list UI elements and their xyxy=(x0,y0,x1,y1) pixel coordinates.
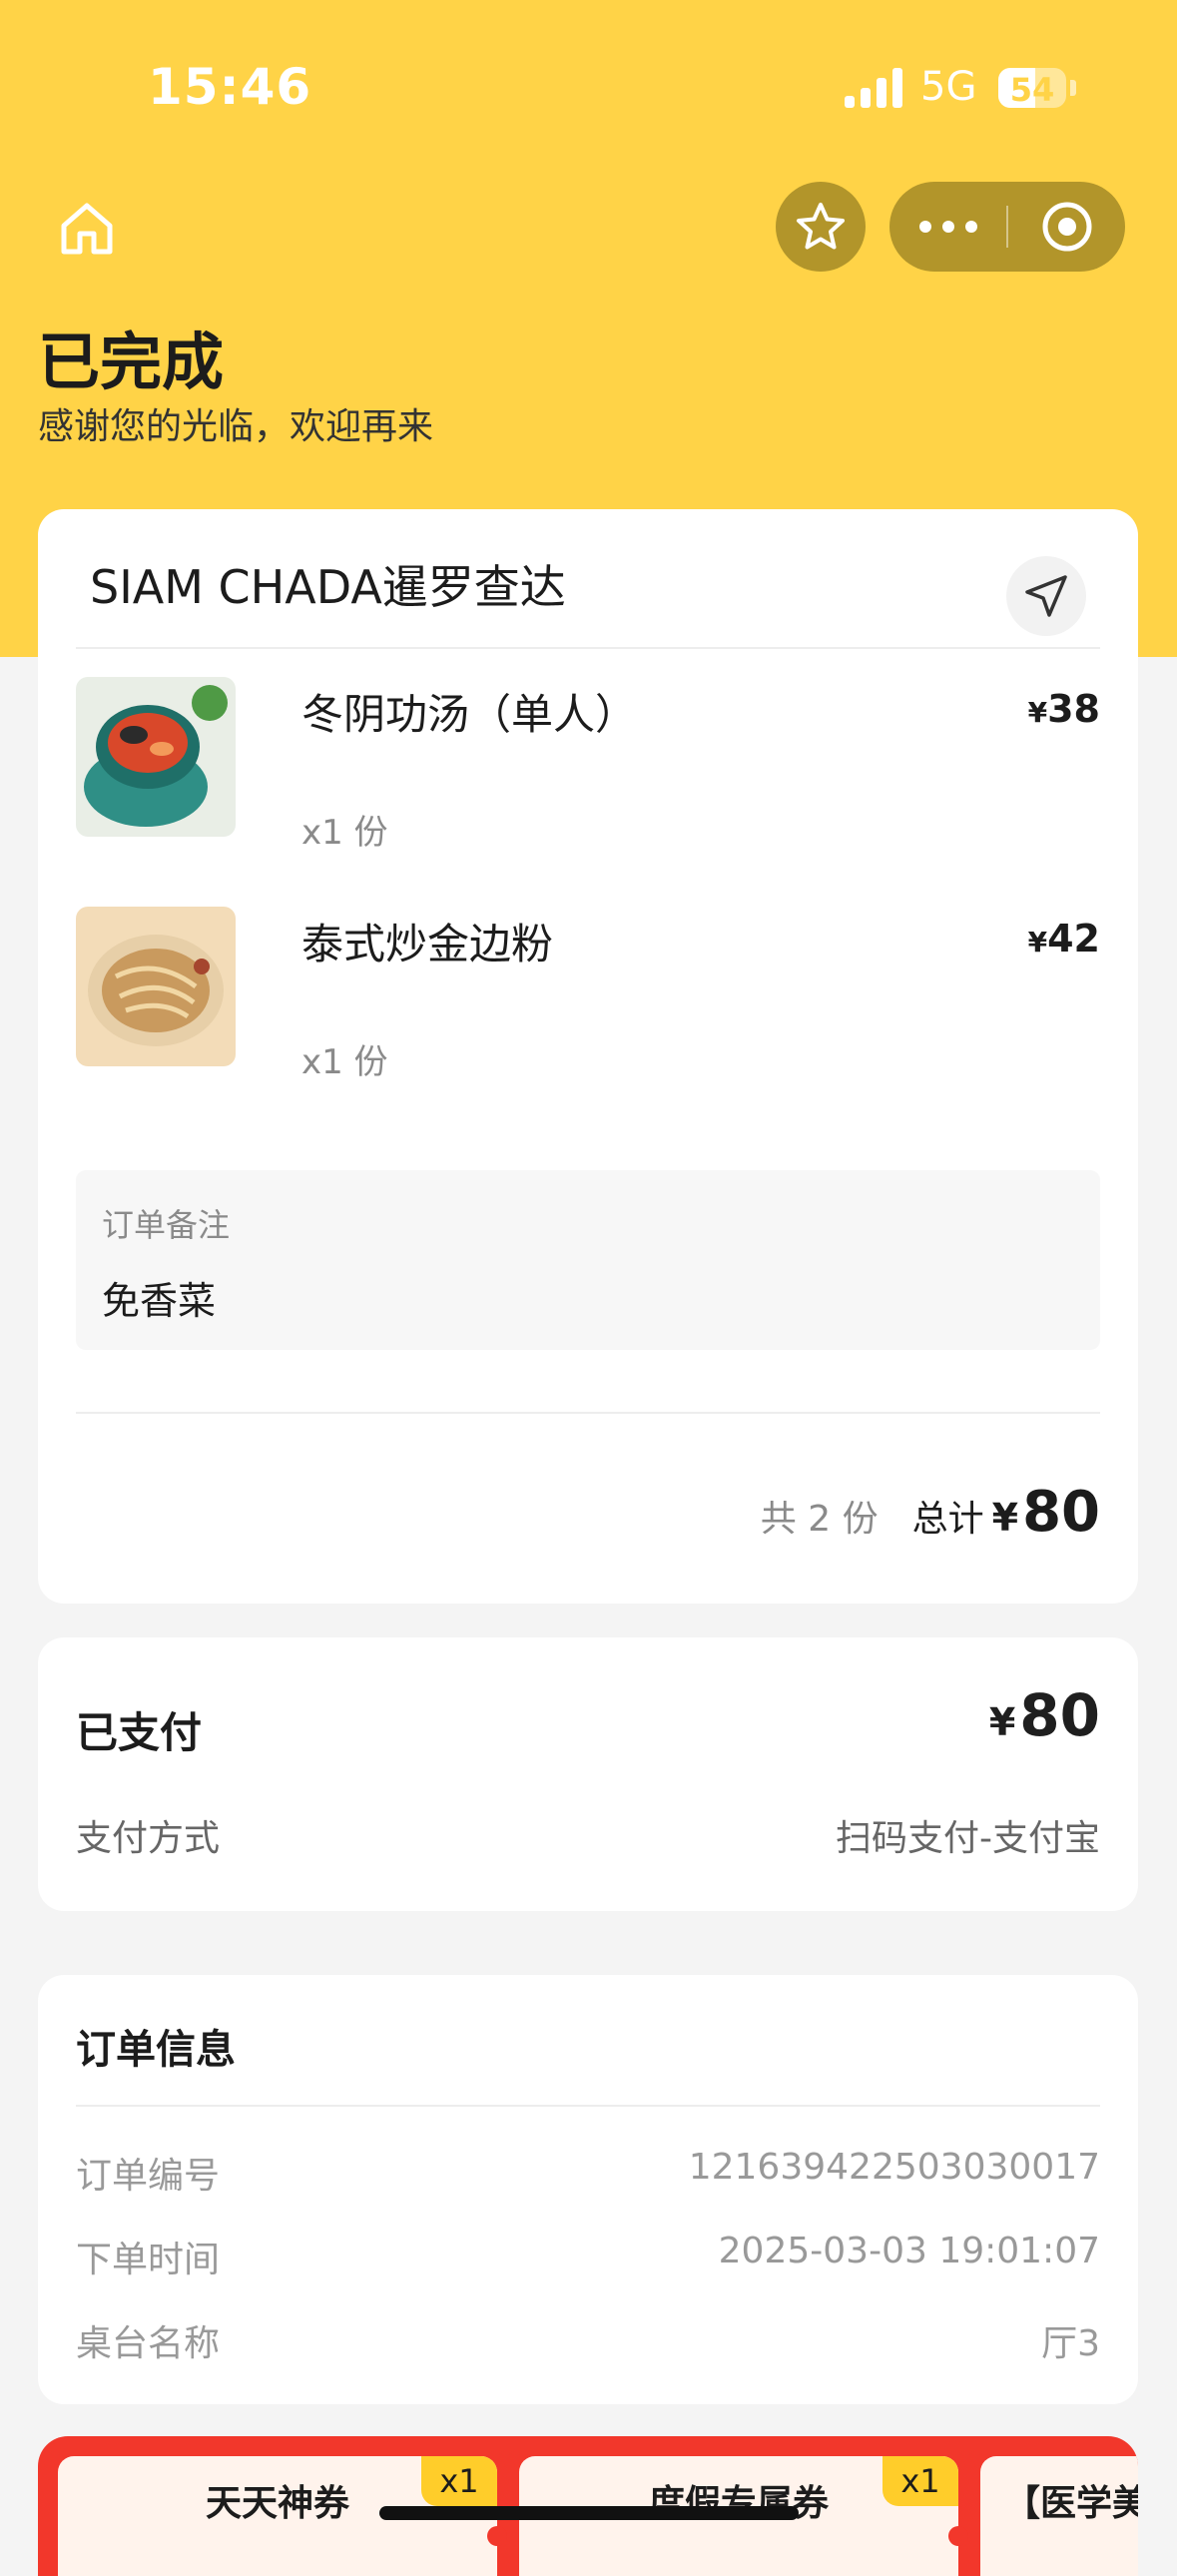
order-status-title: 已完成 xyxy=(38,325,225,398)
mini-program-capsule xyxy=(889,182,1125,272)
star-icon xyxy=(797,203,845,250)
paid-amount: ¥80 xyxy=(988,1681,1100,1749)
divider xyxy=(76,1412,1100,1414)
battery-icon: 54 xyxy=(998,68,1066,108)
table-name: 厅3 xyxy=(1041,2323,1100,2364)
payment-status: 已支付 xyxy=(76,1708,203,1757)
order-item[interactable]: 冬阴功汤（单人） x1 份 ¥38 xyxy=(76,677,1100,853)
payment-method-label: 支付方式 xyxy=(76,1818,221,1859)
coupon-title: 【医学美 xyxy=(1004,2483,1138,2524)
order-time: 2025-03-03 19:01:07 xyxy=(718,2231,1100,2271)
order-item[interactable]: 泰式炒金边粉 x1 份 ¥42 xyxy=(76,907,1100,1082)
item-quantity: x1 份 xyxy=(301,1042,388,1082)
favorite-button[interactable] xyxy=(776,182,866,272)
item-quantity: x1 份 xyxy=(301,813,388,853)
coupon-card[interactable]: 【医学美 xyxy=(980,2456,1138,2576)
battery-level: 54 xyxy=(1009,71,1055,108)
order-status-subtitle: 感谢您的光临，欢迎再来 xyxy=(38,406,434,447)
order-items-card: SIAM CHADA暹罗查达 冬阴功汤（单人） x1 份 ¥38 泰式炒金边粉 … xyxy=(38,509,1138,1604)
divider xyxy=(76,2105,1100,2107)
order-totals: 共 2 份 总计 ¥ 80 xyxy=(761,1480,1100,1560)
payment-card: 已支付 ¥80 支付方式 扫码支付-支付宝 xyxy=(38,1637,1138,1911)
table-name-row: 桌台名称 厅3 xyxy=(76,2314,1100,2364)
item-image-pad-thai xyxy=(76,907,236,1066)
item-name: 冬阴功汤（单人） xyxy=(301,690,638,739)
signal-icon xyxy=(845,68,902,108)
target-icon xyxy=(1042,202,1091,252)
order-number[interactable]: 1216394225030300​17 xyxy=(689,2147,1100,2188)
navigate-button[interactable] xyxy=(1006,556,1086,636)
order-remark: 订单备注 免香菜 xyxy=(76,1170,1100,1350)
home-icon[interactable] xyxy=(58,200,116,258)
remark-value: 免香菜 xyxy=(102,1279,217,1323)
total-currency: ¥ xyxy=(991,1496,1019,1540)
payment-method-value: 扫码支付-支付宝 xyxy=(836,1818,1100,1859)
more-dots-icon xyxy=(918,221,977,233)
more-button[interactable] xyxy=(889,182,1006,272)
home-indicator xyxy=(379,2506,799,2520)
status-time: 15:46 xyxy=(148,58,312,116)
item-image-tom-yum xyxy=(76,677,236,837)
item-price: ¥42 xyxy=(1027,917,1100,961)
navigate-arrow-icon xyxy=(1025,575,1067,617)
coupon-badge: x1 xyxy=(421,2456,497,2506)
close-miniprogram-button[interactable] xyxy=(1008,182,1125,272)
order-info-title: 订单信息 xyxy=(76,2027,236,2073)
item-count: 共 2 份 xyxy=(760,1499,879,1540)
total-amount: 80 xyxy=(1022,1480,1100,1545)
divider xyxy=(76,647,1100,649)
total-label: 总计 xyxy=(911,1499,984,1540)
remark-label: 订单备注 xyxy=(102,1206,231,1244)
item-price: ¥38 xyxy=(1027,687,1100,731)
status-bar: 15:46 5G 54 xyxy=(0,0,1177,160)
order-number-row: 订单编号 1216394225030300​17 xyxy=(76,2147,1100,2197)
network-type: 5G xyxy=(920,64,977,110)
order-time-row: 下单时间 2025-03-03 19:01:07 xyxy=(76,2231,1100,2280)
item-name: 泰式炒金边粉 xyxy=(301,920,554,968)
battery-tip xyxy=(1070,80,1076,96)
coupon-badge: x1 xyxy=(883,2456,958,2506)
store-name[interactable]: SIAM CHADA暹罗查达 xyxy=(90,551,566,617)
order-info-card: 订单信息 订单编号 1216394225030300​17 下单时间 2025-… xyxy=(38,1975,1138,2404)
